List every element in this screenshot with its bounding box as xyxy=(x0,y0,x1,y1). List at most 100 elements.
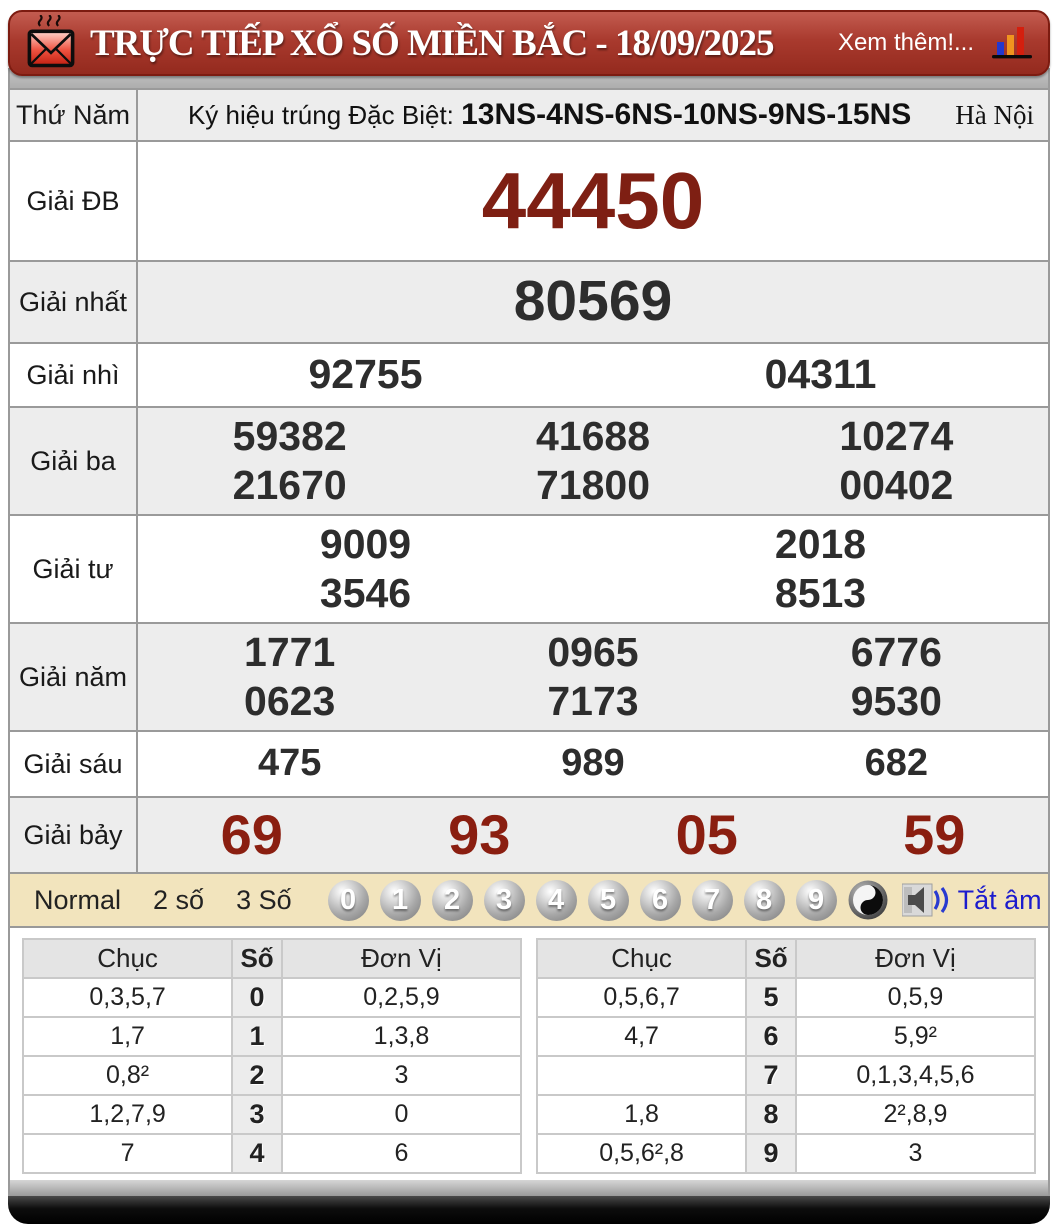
chuc-cell: 4,7 xyxy=(535,1016,748,1057)
special-sign-content: Ký hiệu trúng Đặc Biệt: 13NS-4NS-6NS-10N… xyxy=(138,90,1048,140)
special-sign-label: Ký hiệu trúng Đặc Biệt: xyxy=(187,100,454,130)
chuc-cell: 1,7 xyxy=(21,1016,234,1057)
prize-number: 00402 xyxy=(839,462,954,509)
col-header-donvi: Đơn Vị xyxy=(280,938,523,979)
mute-label: Tắt âm xyxy=(957,884,1042,915)
yin-yang-icon[interactable] xyxy=(848,880,888,920)
so-cell: 5 xyxy=(745,977,797,1018)
prize-row-fourth: Giải tư 9009 2018 3546 8513 xyxy=(10,516,1048,624)
special-sign-text: Ký hiệu trúng Đặc Biệt: 13NS-4NS-6NS-10N… xyxy=(152,98,947,132)
donvi-cell: 3 xyxy=(280,1055,523,1096)
ball-5[interactable]: 5 xyxy=(587,879,629,921)
page-title: TRỰC TIẾP XỔ SỐ MIỀN BẮC - 18/09/2025 xyxy=(90,22,775,64)
donvi-cell: 3 xyxy=(794,1133,1037,1174)
loto-row: 1,2,7,9 3 0 xyxy=(21,1094,523,1135)
see-more-link[interactable]: Xem thêm!... xyxy=(838,29,974,57)
prize-number: 04311 xyxy=(764,351,877,398)
col-header-so: Số xyxy=(745,938,797,979)
ball-0[interactable]: 0 xyxy=(327,879,369,921)
province-label: Hà Nội xyxy=(955,99,1034,130)
header-bar: TRỰC TIẾP XỔ SỐ MIỀN BẮC - 18/09/2025 Xe… xyxy=(8,10,1050,76)
chuc-cell: 1,2,7,9 xyxy=(21,1094,234,1135)
prize-label: Giải năm xyxy=(10,624,138,730)
donvi-cell: 0 xyxy=(280,1094,523,1135)
prize-label: Giải tư xyxy=(10,516,138,622)
prize-row-third: Giải ba 59382 41688 10274 21670 71800 00… xyxy=(10,408,1048,516)
ball-6[interactable]: 6 xyxy=(639,879,681,921)
ball-2[interactable]: 2 xyxy=(431,879,473,921)
so-cell: 3 xyxy=(231,1094,283,1135)
loto-row: 0,8² 2 3 xyxy=(21,1055,523,1096)
ball-9[interactable]: 9 xyxy=(795,879,837,921)
ball-4[interactable]: 4 xyxy=(535,879,577,921)
chuc-cell: 0,5,6²,8 xyxy=(535,1133,748,1174)
donvi-cell: 2²,8,9 xyxy=(794,1094,1037,1135)
lottery-page: TRỰC TIẾP XỔ SỐ MIỀN BẮC - 18/09/2025 Xe… xyxy=(8,10,1050,1224)
so-cell: 9 xyxy=(745,1133,797,1174)
donvi-cell: 0,2,5,9 xyxy=(280,977,523,1018)
prize-number: 44450 xyxy=(481,156,705,245)
prize-label: Giải ĐB xyxy=(10,142,138,260)
prize-number: 80569 xyxy=(513,269,673,334)
prize-number: 93 xyxy=(448,802,511,866)
bottom-gray-strip xyxy=(10,1180,1048,1196)
prize-label: Giải nhất xyxy=(10,262,138,342)
speaker-icon xyxy=(901,883,948,917)
col-header-donvi: Đơn Vị xyxy=(794,938,1037,979)
ball-8[interactable]: 8 xyxy=(743,879,785,921)
so-cell: 2 xyxy=(231,1055,283,1096)
prize-row-seventh: Giải bảy 69 93 05 59 xyxy=(10,798,1048,874)
col-header-chuc: Chục xyxy=(21,938,234,979)
number-balls: 0 1 2 3 4 5 6 7 8 9 xyxy=(327,879,888,921)
loto-row: 1,7 1 1,3,8 xyxy=(21,1016,523,1057)
so-cell: 7 xyxy=(745,1055,797,1096)
donvi-cell: 6 xyxy=(280,1133,523,1174)
so-cell: 6 xyxy=(745,1016,797,1057)
loto-row: 0,5,6,7 5 0,5,9 xyxy=(535,977,1037,1018)
loto-row: 0,3,5,7 0 0,2,5,9 xyxy=(21,977,523,1018)
donvi-cell: 0,5,9 xyxy=(794,977,1037,1018)
col-header-so: Số xyxy=(231,938,283,979)
chuc-cell: 1,8 xyxy=(535,1094,748,1135)
ball-7[interactable]: 7 xyxy=(691,879,733,921)
prize-row-first: Giải nhất 80569 xyxy=(10,262,1048,344)
prize-label: Giải bảy xyxy=(10,798,138,872)
so-cell: 4 xyxy=(231,1133,283,1174)
loto-row: 7 0,1,3,4,5,6 xyxy=(535,1055,1037,1096)
so-cell: 0 xyxy=(231,977,283,1018)
chart-icon[interactable] xyxy=(990,24,1034,62)
prize-number: 3546 xyxy=(319,570,412,617)
mode-tab-2so[interactable]: 2 số xyxy=(137,885,220,916)
so-cell: 8 xyxy=(745,1094,797,1135)
loto-row: 4,7 6 5,9² xyxy=(535,1016,1037,1057)
prize-label: Giải ba xyxy=(10,408,138,514)
prize-number: 2018 xyxy=(774,520,867,567)
chuc-cell xyxy=(535,1055,748,1096)
prize-label: Giải sáu xyxy=(10,732,138,796)
ball-3[interactable]: 3 xyxy=(483,879,525,921)
prize-number: 0623 xyxy=(244,678,336,725)
mode-tab-3so[interactable]: 3 Số xyxy=(220,885,308,916)
ball-1[interactable]: 1 xyxy=(379,879,421,921)
mode-tab-normal[interactable]: Normal xyxy=(18,885,137,916)
chuc-cell: 7 xyxy=(21,1133,234,1174)
special-sign-value: 13NS-4NS-6NS-10NS-9NS-15NS xyxy=(461,98,912,131)
day-label: Thứ Năm xyxy=(10,90,138,140)
prize-row-special: Giải ĐB 44450 xyxy=(10,142,1048,262)
col-header-chuc: Chục xyxy=(535,938,748,979)
donvi-cell: 0,1,3,4,5,6 xyxy=(794,1055,1037,1096)
chuc-cell: 0,5,6,7 xyxy=(535,977,748,1018)
donvi-cell: 1,3,8 xyxy=(280,1016,523,1057)
control-bar: Normal 2 số 3 Số 0 1 2 3 4 5 6 7 8 9 Tắt… xyxy=(10,874,1048,928)
loto-row: 1,8 8 2²,8,9 xyxy=(535,1094,1037,1135)
envelope-icon xyxy=(27,15,75,68)
mute-button[interactable]: Tắt âm xyxy=(901,883,1042,917)
prize-row-sixth: Giải sáu 475 989 682 xyxy=(10,732,1048,798)
prize-number: 71800 xyxy=(535,462,650,509)
prize-number: 6776 xyxy=(850,628,942,675)
prize-number: 989 xyxy=(561,742,625,785)
loto-row: 0,5,6²,8 9 3 xyxy=(535,1133,1037,1174)
prize-number: 05 xyxy=(675,802,738,866)
prize-number: 8513 xyxy=(774,570,867,617)
prize-number: 10274 xyxy=(839,412,954,459)
